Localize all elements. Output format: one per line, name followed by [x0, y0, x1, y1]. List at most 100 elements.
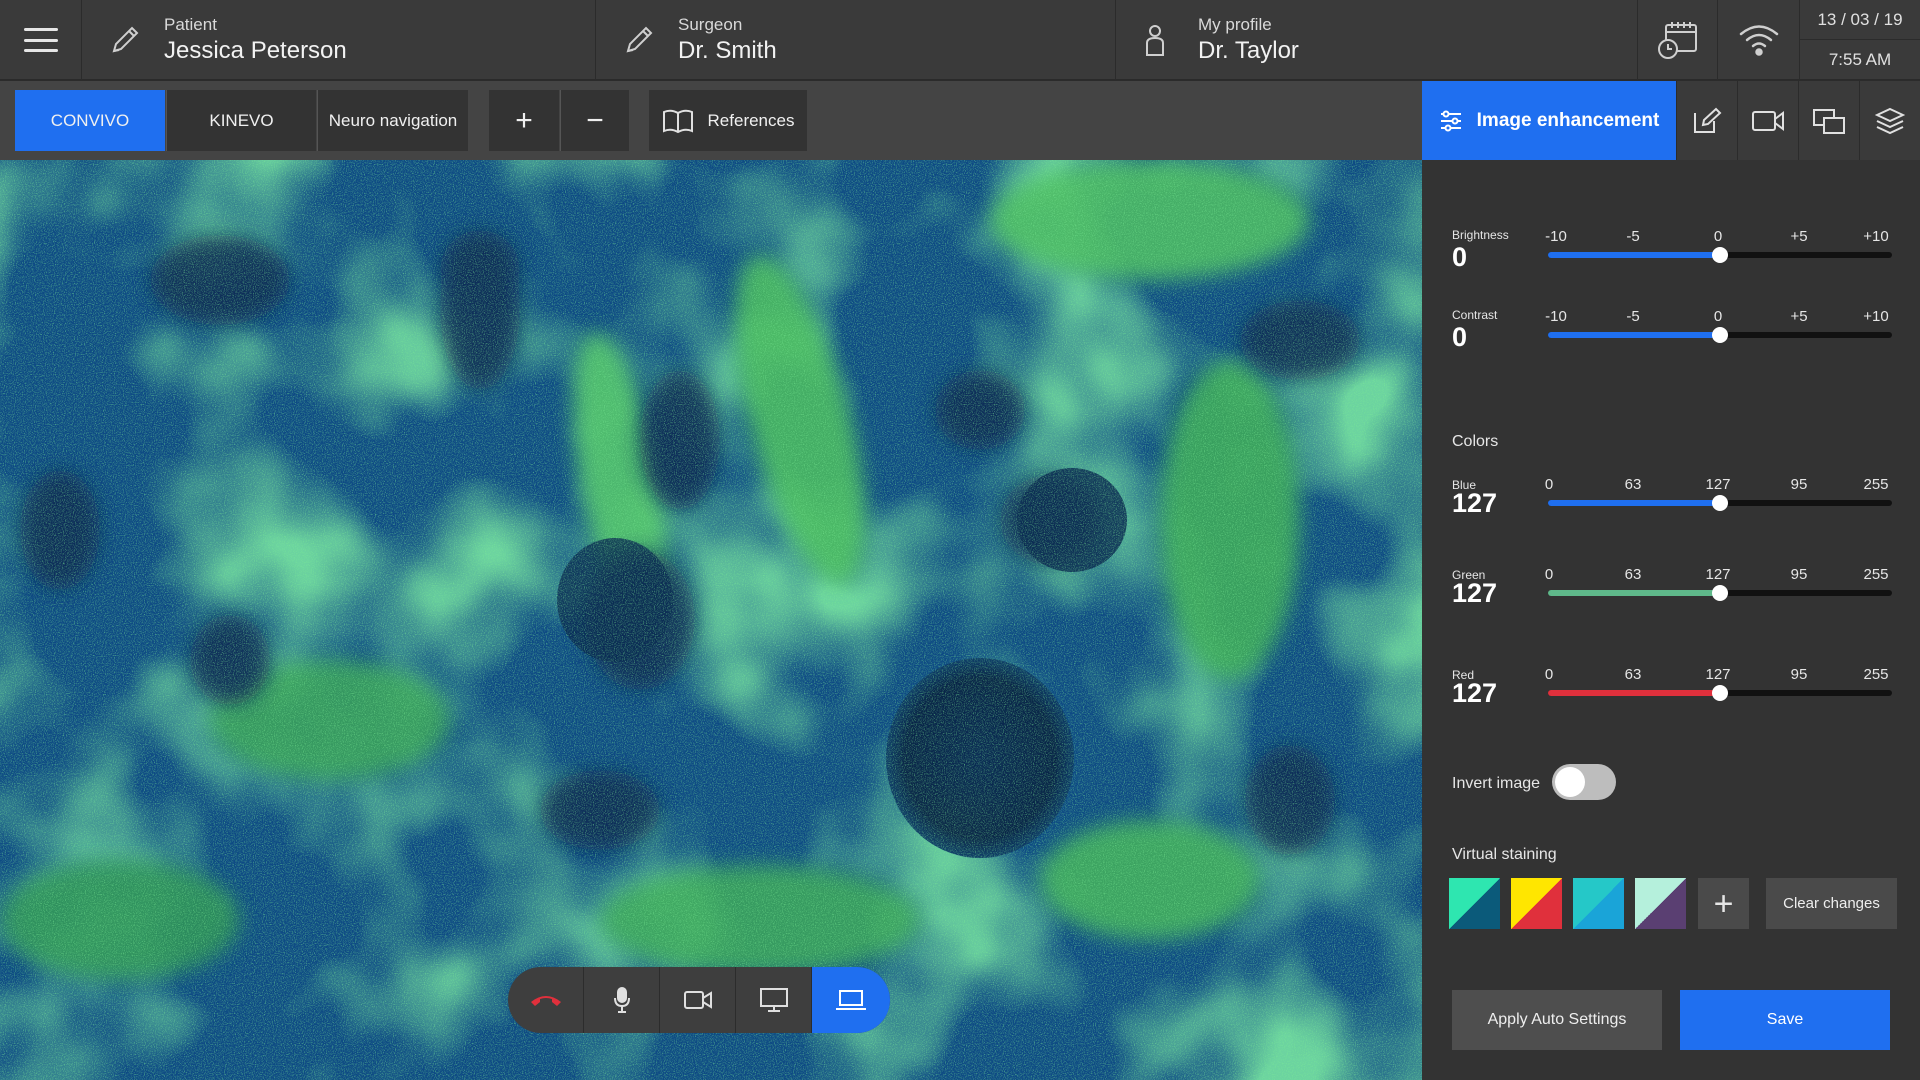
references-button[interactable]: References [649, 90, 807, 151]
staining-swatch-4[interactable] [1635, 878, 1686, 929]
brightness-label: Brightness [1452, 228, 1509, 242]
clear-changes-button[interactable]: Clear changes [1766, 878, 1897, 929]
surgeon-field[interactable]: Surgeon Dr. Smith [596, 0, 1116, 80]
contrast-slider[interactable] [1548, 327, 1892, 343]
confocal-image [0, 160, 1422, 1080]
tick-label: -10 [1545, 228, 1567, 245]
tick-label: 255 [1863, 476, 1889, 493]
zoom-out-button[interactable]: − [560, 90, 629, 151]
tick-label: +10 [1863, 228, 1889, 245]
microscope-image[interactable] [0, 160, 1422, 1080]
tick-label: 127 [1705, 566, 1731, 583]
tab-annotate[interactable] [1676, 81, 1737, 160]
save-button[interactable]: Save [1680, 990, 1890, 1050]
layers-icon [1875, 107, 1905, 134]
slider-thumb[interactable] [1712, 247, 1728, 263]
minus-icon: − [586, 103, 604, 137]
brightness-value: 0 [1452, 242, 1468, 272]
staining-swatch-3[interactable] [1573, 878, 1624, 929]
virtual-staining-label: Virtual staining [1452, 846, 1557, 863]
microphone-icon [613, 987, 630, 1013]
calendar-clock-icon [1657, 22, 1697, 59]
tick-label: 95 [1790, 566, 1808, 583]
wifi-icon [1739, 25, 1778, 56]
microphone-button[interactable] [584, 967, 660, 1033]
green-slider[interactable] [1548, 585, 1892, 601]
main-toolbar: CONVIVO KINEVO Neuro navigation + − Refe… [0, 81, 1422, 160]
contrast-value: 0 [1452, 322, 1468, 352]
tick-label: 0 [1713, 228, 1723, 245]
tick-label: +10 [1863, 308, 1889, 325]
tick-label: -10 [1545, 308, 1567, 325]
schedule-button[interactable] [1638, 0, 1718, 80]
tab-video[interactable] [1737, 81, 1798, 160]
staining-swatch-1[interactable] [1449, 878, 1500, 929]
date-text: 13 / 03 / 19 [1800, 0, 1920, 40]
profile-field[interactable]: My profile Dr. Taylor [1116, 0, 1638, 80]
blue-slider[interactable] [1548, 495, 1892, 511]
laptop-button[interactable] [812, 967, 890, 1033]
wifi-status[interactable] [1718, 0, 1800, 80]
camera-button[interactable] [660, 967, 736, 1033]
tab-windows[interactable] [1798, 81, 1859, 160]
slider-thumb[interactable] [1712, 495, 1728, 511]
video-camera-icon [683, 991, 712, 1009]
call-controls [508, 967, 890, 1033]
screen-share-button[interactable] [736, 967, 812, 1033]
menu-button[interactable] [0, 0, 82, 80]
tab-convivo[interactable]: CONVIVO [15, 90, 165, 151]
red-value: 127 [1452, 678, 1498, 708]
tick-label: 0 [1544, 476, 1554, 493]
tab-neuro-navigation[interactable]: Neuro navigation [317, 90, 468, 151]
tick-label: 0 [1713, 308, 1723, 325]
plus-icon: + [1713, 884, 1734, 923]
staining-swatch-2[interactable] [1511, 878, 1562, 929]
brightness-slider[interactable] [1548, 247, 1892, 263]
patient-label: Patient [164, 15, 217, 34]
green-value: 127 [1452, 578, 1498, 608]
slider-thumb[interactable] [1712, 327, 1728, 343]
tick-label: 63 [1624, 476, 1642, 493]
invert-image-toggle[interactable] [1552, 764, 1616, 800]
slider-thumb[interactable] [1712, 585, 1728, 601]
slider-fill [1548, 590, 1720, 596]
tick-label: 0 [1544, 566, 1554, 583]
invert-image-label: Invert image [1452, 775, 1541, 792]
tick-label: +5 [1790, 228, 1808, 245]
tick-label: 0 [1544, 666, 1554, 683]
tick-label: 63 [1624, 666, 1642, 683]
windows-icon [1813, 108, 1845, 134]
profile-name: Dr. Taylor [1198, 37, 1299, 64]
patient-name: Jessica Peterson [164, 37, 347, 64]
monitor-icon [759, 988, 788, 1012]
slider-thumb[interactable] [1712, 685, 1728, 701]
surgeon-label: Surgeon [678, 15, 743, 34]
video-camera-icon [1752, 110, 1784, 131]
zoom-in-button[interactable]: + [489, 90, 559, 151]
phone-hangup-icon [530, 996, 561, 1006]
end-call-button[interactable] [508, 967, 584, 1033]
sliders-icon [1440, 110, 1461, 131]
slider-fill [1548, 252, 1720, 258]
hamburger-icon [23, 28, 58, 52]
book-icon [662, 109, 693, 133]
slider-fill [1548, 690, 1720, 696]
red-slider[interactable] [1548, 685, 1892, 701]
toggle-knob [1555, 767, 1585, 797]
surgeon-name: Dr. Smith [678, 37, 777, 64]
tick-label: 95 [1790, 476, 1808, 493]
tick-label: 255 [1863, 666, 1889, 683]
colors-heading: Colors [1452, 433, 1499, 450]
image-enhancement-panel: Brightness 0 -10 -5 0 +5 +10 Contrast 0 … [1422, 160, 1920, 1080]
tab-kinevo[interactable]: KINEVO [166, 90, 316, 151]
apply-auto-settings-button[interactable]: Apply Auto Settings [1452, 990, 1662, 1050]
add-staining-button[interactable]: + [1698, 878, 1749, 929]
patient-field[interactable]: Patient Jessica Peterson [82, 0, 596, 80]
tick-label: 95 [1790, 666, 1808, 683]
slider-fill [1548, 332, 1720, 338]
tab-image-enhancement[interactable]: Image enhancement [1422, 81, 1676, 160]
tick-label: 127 [1705, 476, 1731, 493]
time-text: 7:55 AM [1828, 50, 1892, 69]
tick-label: 63 [1624, 566, 1642, 583]
tab-layers[interactable] [1859, 81, 1920, 160]
